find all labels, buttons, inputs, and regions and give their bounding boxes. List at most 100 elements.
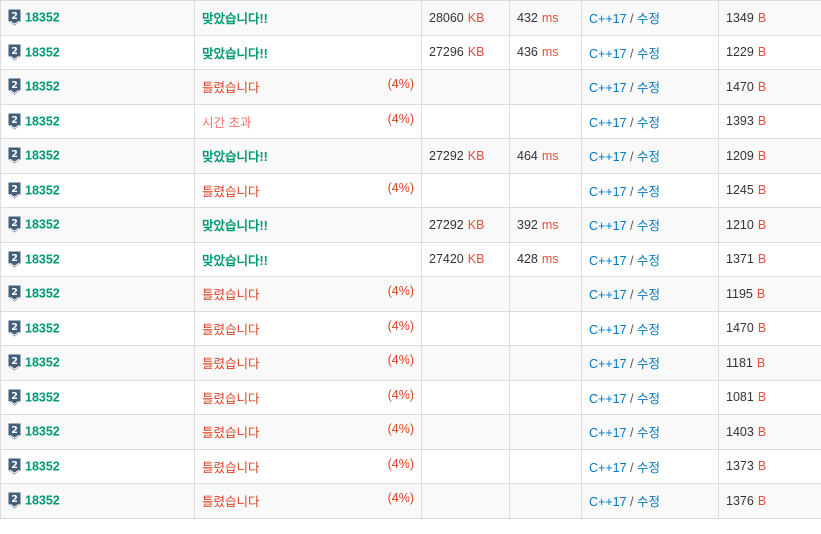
- edit-link[interactable]: 수정: [637, 12, 660, 26]
- edit-link[interactable]: 수정: [637, 116, 660, 130]
- edit-link[interactable]: 수정: [637, 288, 660, 302]
- edit-link[interactable]: 수정: [637, 150, 660, 164]
- time-unit: ms: [541, 45, 559, 60]
- time-cell: 436 ms: [509, 34, 582, 70]
- language-separator: /: [630, 81, 634, 96]
- code-length-value: 1371: [726, 252, 754, 267]
- code-length-cell: 1376 B: [718, 483, 821, 519]
- edit-link[interactable]: 수정: [637, 392, 660, 406]
- silver-2-tier-icon: 2: [8, 458, 21, 475]
- edit-link[interactable]: 수정: [637, 357, 660, 371]
- result-cell: 틀렸습니다 (4%): [194, 276, 422, 312]
- memory-unit: KB: [467, 217, 485, 232]
- language-link[interactable]: C++17: [589, 254, 627, 268]
- memory-cell: 27420 KB: [421, 241, 510, 277]
- problem-cell: 2 18352: [0, 310, 195, 346]
- edit-link[interactable]: 수정: [637, 219, 660, 233]
- tier-level: 2: [11, 425, 18, 436]
- language-link[interactable]: C++17: [589, 219, 627, 233]
- language-link[interactable]: C++17: [589, 495, 627, 509]
- problem-id-link[interactable]: 18352: [25, 114, 60, 128]
- language-link[interactable]: C++17: [589, 323, 627, 337]
- language-link[interactable]: C++17: [589, 426, 627, 440]
- edit-link[interactable]: 수정: [637, 495, 660, 509]
- memory-cell: 27292 KB: [421, 207, 510, 243]
- language-link[interactable]: C++17: [589, 47, 627, 61]
- result-text: 틀렸습니다: [202, 288, 260, 303]
- problem-id-link[interactable]: 18352: [25, 45, 60, 59]
- memory-cell: [421, 379, 510, 415]
- edit-link[interactable]: 수정: [637, 81, 660, 95]
- problem-id-link[interactable]: 18352: [25, 287, 60, 301]
- problem-id-link[interactable]: 18352: [25, 218, 60, 232]
- language-link[interactable]: C++17: [589, 12, 627, 26]
- language-link[interactable]: C++17: [589, 288, 627, 302]
- result-cell: 틀렸습니다 (4%): [194, 483, 422, 519]
- memory-value: 27292: [429, 217, 464, 232]
- language-link[interactable]: C++17: [589, 116, 627, 130]
- language-separator: /: [630, 115, 634, 130]
- problem-cell: 2 18352: [0, 103, 195, 139]
- edit-link[interactable]: 수정: [637, 254, 660, 268]
- code-length-value: 1181: [726, 355, 753, 370]
- problem-id-link[interactable]: 18352: [25, 321, 60, 335]
- edit-link[interactable]: 수정: [637, 47, 660, 61]
- time-cell: 392 ms: [509, 207, 582, 243]
- language-link[interactable]: C++17: [589, 185, 627, 199]
- problem-cell: 2 18352: [0, 34, 195, 70]
- problem-id-link[interactable]: 18352: [25, 494, 60, 508]
- time-cell: [509, 345, 582, 381]
- language-link[interactable]: C++17: [589, 461, 627, 475]
- language-link[interactable]: C++17: [589, 150, 627, 164]
- edit-link[interactable]: 수정: [637, 426, 660, 440]
- submission-row: 2 18352 틀렸습니다 (4%) C++17 / 수정 1245 B: [0, 172, 821, 208]
- result-cell: 맞았습니다!!: [194, 0, 422, 36]
- result-text: 시간 초과: [202, 115, 252, 130]
- result-percent: (4%): [387, 422, 414, 437]
- result-cell: 틀렸습니다 (4%): [194, 172, 422, 208]
- problem-id-link[interactable]: 18352: [25, 356, 60, 370]
- memory-cell: [421, 69, 510, 105]
- code-length-unit: B: [756, 355, 766, 370]
- memory-cell: [421, 172, 510, 208]
- code-length-cell: 1209 B: [718, 138, 821, 174]
- edit-link[interactable]: 수정: [637, 461, 660, 475]
- problem-id-link[interactable]: 18352: [25, 390, 60, 404]
- language-separator: /: [630, 460, 634, 475]
- code-length-cell: 1181 B: [718, 345, 821, 381]
- problem-id-link[interactable]: 18352: [25, 11, 60, 25]
- language-cell: C++17 / 수정: [581, 69, 719, 105]
- problem-id-link[interactable]: 18352: [25, 183, 60, 197]
- language-link[interactable]: C++17: [589, 81, 627, 95]
- result-percent: (4%): [387, 387, 414, 402]
- language-link[interactable]: C++17: [589, 357, 627, 371]
- edit-link[interactable]: 수정: [637, 323, 660, 337]
- edit-link[interactable]: 수정: [637, 185, 660, 199]
- code-length-value: 1393: [726, 114, 754, 129]
- problem-id-link[interactable]: 18352: [25, 459, 60, 473]
- code-length-unit: B: [757, 148, 767, 163]
- problem-cell: 2 18352: [0, 207, 195, 243]
- code-length-value: 1229: [726, 45, 754, 60]
- language-link[interactable]: C++17: [589, 392, 627, 406]
- time-cell: [509, 379, 582, 415]
- problem-id-link[interactable]: 18352: [25, 80, 60, 94]
- problem-id-link[interactable]: 18352: [25, 149, 60, 163]
- submission-row: 2 18352 틀렸습니다 (4%) C++17 / 수정 1181 B: [0, 345, 821, 381]
- time-unit: ms: [541, 217, 559, 232]
- code-length-value: 1403: [726, 424, 754, 439]
- code-length-unit: B: [757, 252, 767, 267]
- silver-2-tier-icon: 2: [8, 389, 21, 406]
- result-cell: 틀렸습니다 (4%): [194, 448, 422, 484]
- memory-cell: [421, 103, 510, 139]
- code-length-unit: B: [757, 424, 767, 439]
- problem-id-link[interactable]: 18352: [25, 252, 60, 266]
- code-length-cell: 1470 B: [718, 310, 821, 346]
- tier-level: 2: [11, 115, 18, 126]
- memory-cell: [421, 276, 510, 312]
- memory-cell: [421, 483, 510, 519]
- language-cell: C++17 / 수정: [581, 310, 719, 346]
- problem-id-link[interactable]: 18352: [25, 425, 60, 439]
- tier-level: 2: [11, 356, 18, 367]
- memory-cell: [421, 448, 510, 484]
